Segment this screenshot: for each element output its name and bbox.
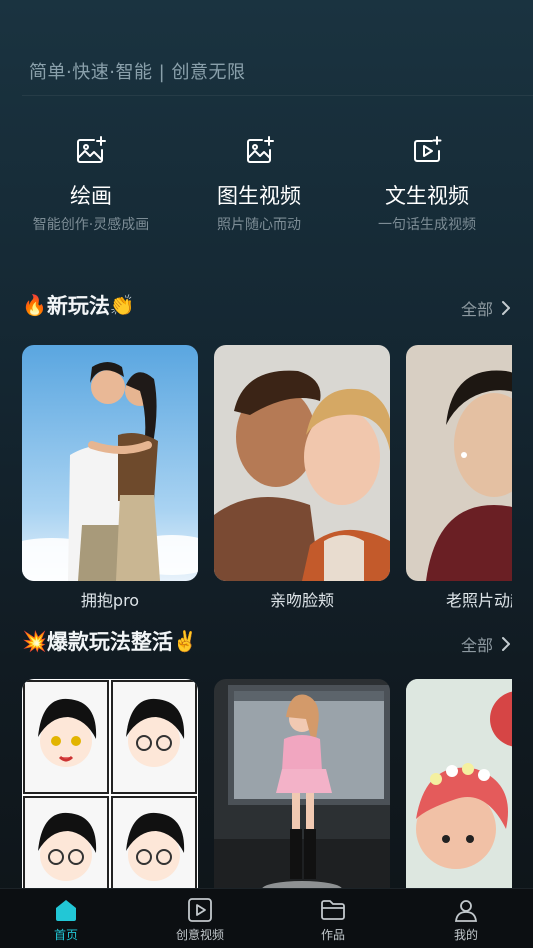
nav-profile[interactable]: 我的 — [426, 897, 506, 943]
user-icon — [454, 900, 478, 922]
card-thumbnail — [406, 679, 512, 889]
card-label: 老照片动起来 — [445, 591, 512, 610]
divider — [22, 95, 533, 96]
section-title: 💥 爆款玩法整活 ✌️ — [22, 626, 198, 656]
tool-drawing[interactable]: 绘画 智能创作·灵感成画 — [6, 130, 176, 234]
tool-name: 文生视频 — [385, 184, 469, 208]
play-icon — [188, 898, 212, 922]
image-sparkle-icon — [77, 136, 106, 163]
effect-card[interactable]: 老照片动起来 — [406, 345, 512, 610]
card-row-new: 拥抱pro 亲吻脸颊 老照片动 — [22, 345, 512, 610]
home-icon — [56, 900, 76, 921]
effect-card[interactable] — [22, 679, 198, 889]
tool-name: 图生视频 — [217, 184, 301, 208]
nav-label: 首页 — [53, 928, 78, 942]
card-thumbnail — [406, 345, 512, 581]
fire-icon: 🔥 — [22, 293, 47, 317]
section-title-text: 新玩法 — [46, 294, 110, 318]
video-sparkle-icon — [414, 136, 442, 162]
card-thumbnail — [22, 679, 198, 889]
effect-card[interactable]: 拥抱pro — [22, 345, 198, 610]
effect-card[interactable]: 亲吻脸颊 — [214, 345, 390, 610]
card-thumbnail — [22, 345, 198, 581]
nav-label: 作品 — [320, 928, 345, 942]
see-all-label: 全部 — [460, 300, 493, 319]
effect-card[interactable] — [214, 679, 390, 889]
card-row-hot — [22, 679, 512, 889]
tagline: 简单·快速·智能 | 创意无限 — [29, 62, 246, 83]
see-all-button[interactable]: 全部 — [461, 296, 511, 320]
card-thumbnail — [214, 679, 390, 889]
card-thumbnail — [214, 345, 390, 581]
section-header-hot: 💥 爆款玩法整活 ✌️ 全部 — [22, 626, 511, 660]
card-label: 拥抱pro — [80, 591, 140, 610]
see-all-button[interactable]: 全部 — [461, 632, 511, 656]
nav-home[interactable]: 首页 — [26, 897, 106, 943]
image-sparkle-icon — [247, 136, 274, 163]
tool-name: 绘画 — [70, 184, 112, 208]
tool-text-to-video[interactable]: 文生视频 一句话生成视频 — [342, 130, 512, 234]
tool-desc: 照片随心而动 — [217, 217, 301, 233]
bottom-nav: 首页 创意视频 作品 我的 — [0, 888, 533, 948]
tool-image-to-video[interactable]: 图生视频 照片随心而动 — [174, 130, 344, 234]
tool-shortcuts: 绘画 智能创作·灵感成画 图生视频 照片随心而动 文生视频 一句话生成视频 — [0, 130, 533, 240]
card-label: 亲吻脸颊 — [269, 591, 334, 610]
section-title: 🔥 新玩法 👏 — [22, 290, 135, 320]
nav-works[interactable]: 作品 — [293, 897, 373, 943]
see-all-label: 全部 — [460, 636, 493, 655]
section-title-text: 爆款玩法整活 — [46, 630, 173, 654]
clap-icon: 👏 — [109, 293, 135, 317]
folder-icon — [321, 900, 345, 920]
nav-creative-video[interactable]: 创意视频 — [160, 897, 240, 943]
nav-label: 我的 — [453, 928, 478, 942]
effect-card[interactable] — [406, 679, 512, 889]
chevron-right-icon — [502, 301, 510, 315]
chevron-right-icon — [502, 637, 510, 651]
tool-desc: 智能创作·灵感成画 — [32, 217, 150, 233]
victory-hand-icon: ✌️ — [172, 629, 198, 653]
nav-label: 创意视频 — [175, 928, 224, 942]
section-header-new: 🔥 新玩法 👏 全部 — [22, 290, 511, 324]
explosion-icon: 💥 — [22, 629, 47, 653]
tool-desc: 一句话生成视频 — [378, 217, 476, 233]
